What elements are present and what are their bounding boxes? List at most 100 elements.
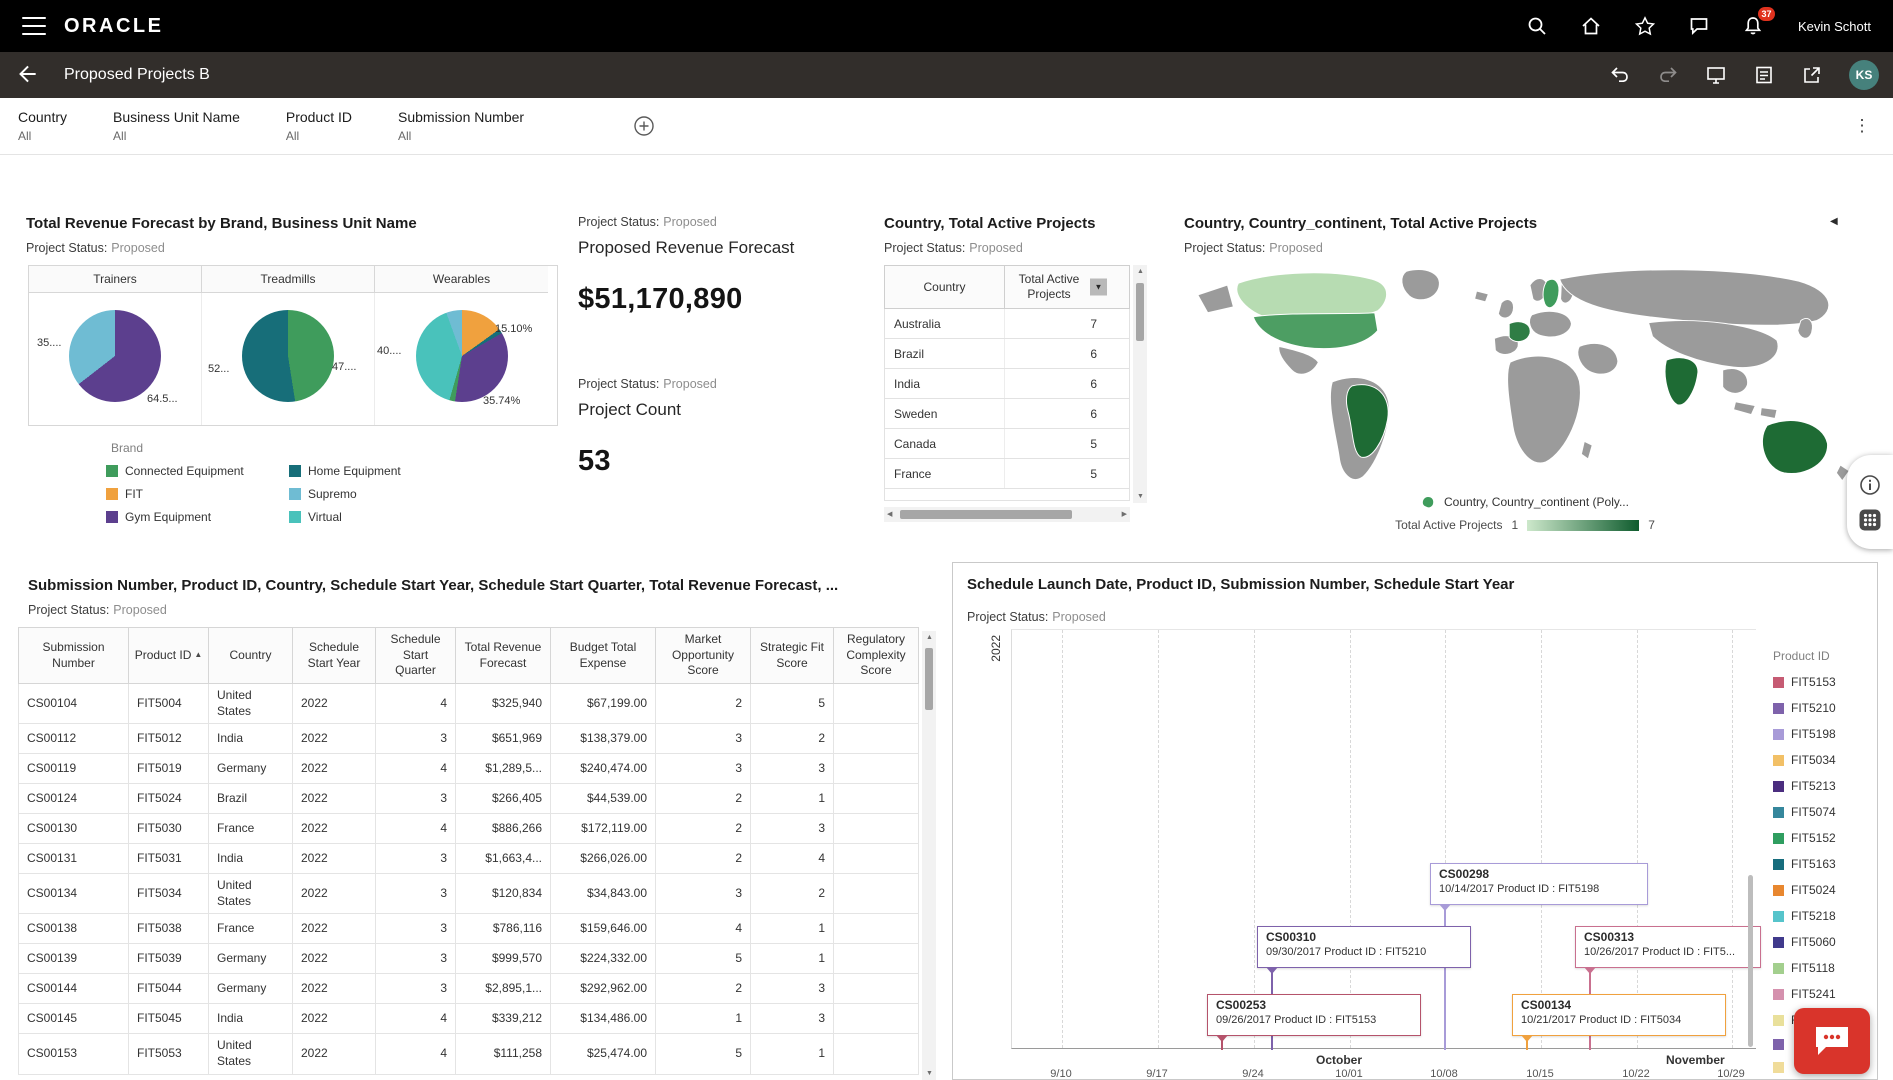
- column-header[interactable]: Strategic Fit Score: [751, 628, 834, 684]
- column-header[interactable]: Schedule Start Quarter: [376, 628, 456, 684]
- map-region-indonesia[interactable]: [1734, 402, 1756, 415]
- country-table-row[interactable]: India6: [884, 369, 1130, 399]
- event-callout[interactable]: CS0031009/30/2017 Product ID : FIT5210: [1257, 926, 1471, 968]
- filter-product-id[interactable]: Product ID All: [286, 109, 352, 143]
- table-row[interactable]: CS00104FIT5004United States20224$325,940…: [19, 684, 919, 724]
- country-table-row[interactable]: Sweden6: [884, 399, 1130, 429]
- map-region-sweden[interactable]: [1543, 279, 1559, 307]
- column-header[interactable]: Schedule Start Year: [293, 628, 376, 684]
- map-region-russia[interactable]: [1560, 270, 1829, 326]
- present-mode-icon[interactable]: [1705, 64, 1727, 86]
- country-table-row[interactable]: Brazil6: [884, 339, 1130, 369]
- pie-chart-trainers[interactable]: [69, 310, 161, 402]
- legend-item[interactable]: FIT5024: [1773, 883, 1873, 897]
- search-icon[interactable]: [1526, 15, 1548, 37]
- legend-item[interactable]: FIT5218: [1773, 909, 1873, 923]
- scroll-left-icon[interactable]: ◀: [887, 511, 892, 518]
- horizontal-scrollbar[interactable]: ◀ ▶: [884, 507, 1130, 522]
- column-header-total-active-projects[interactable]: Total Active Projects ▼: [1005, 266, 1109, 308]
- column-header[interactable]: Total Revenue Forecast: [456, 628, 551, 684]
- table-row[interactable]: CS00124FIT5024Brazil20223$266,405$44,539…: [19, 784, 919, 814]
- legend-item[interactable]: FIT5213: [1773, 779, 1873, 793]
- map-region-mexico[interactable]: [1279, 346, 1319, 374]
- notifications-bell-icon[interactable]: 37: [1742, 15, 1764, 37]
- legend-item[interactable]: Connected Equipment: [106, 464, 289, 478]
- map-region-africa[interactable]: [1508, 356, 1581, 463]
- undo-icon[interactable]: [1609, 64, 1631, 86]
- chat-fab-button[interactable]: [1794, 1008, 1870, 1074]
- app-grid-icon[interactable]: [1858, 508, 1882, 532]
- column-header-country[interactable]: Country: [885, 266, 1005, 308]
- vertical-scrollbar[interactable]: ▲ ▼: [922, 631, 936, 1080]
- feedback-icon[interactable]: [1688, 15, 1710, 37]
- column-header[interactable]: Market Opportunity Score: [656, 628, 751, 684]
- column-header[interactable]: Budget Total Expense: [551, 628, 656, 684]
- add-filter-icon[interactable]: [632, 114, 656, 138]
- legend-item[interactable]: FIT5163: [1773, 857, 1873, 871]
- canvas-menu-icon[interactable]: ⋮: [1849, 116, 1875, 136]
- map-region-alaska[interactable]: [1198, 285, 1234, 313]
- map-region-madagascar[interactable]: [1581, 441, 1592, 459]
- viz-schedule-timeline[interactable]: Schedule Launch Date, Product ID, Submis…: [952, 562, 1878, 1080]
- plot-scrollbar-thumb[interactable]: [1748, 875, 1753, 1047]
- table-row[interactable]: CS00131FIT5031India20223$1,663,4...$266,…: [19, 844, 919, 874]
- column-header[interactable]: Submission Number: [19, 628, 129, 684]
- kpi-proposed-revenue[interactable]: Project Status:Proposed Proposed Revenue…: [578, 215, 794, 316]
- legend-item[interactable]: FIT5074: [1773, 805, 1873, 819]
- legend-item[interactable]: Virtual: [289, 510, 472, 524]
- back-button[interactable]: [14, 61, 42, 89]
- map-region-uk[interactable]: [1498, 300, 1513, 318]
- map-region-middle-east[interactable]: [1578, 344, 1618, 375]
- scrollbar-thumb[interactable]: [1136, 283, 1144, 341]
- event-callout[interactable]: CS0029810/14/2017 Product ID : FIT5198: [1430, 863, 1648, 905]
- filter-country[interactable]: Country All: [18, 109, 67, 143]
- table-row[interactable]: CS00144FIT5044Germany20223$2,895,1...$29…: [19, 974, 919, 1004]
- scroll-up-icon[interactable]: ▲: [926, 634, 933, 641]
- collapse-panel-arrow-icon[interactable]: ◀: [1830, 216, 1838, 227]
- legend-item[interactable]: FIT5060: [1773, 935, 1873, 949]
- vertical-scrollbar[interactable]: ▲ ▼: [1133, 265, 1147, 503]
- table-row[interactable]: CS00119FIT5019Germany20224$1,289,5...$24…: [19, 754, 919, 784]
- legend-item[interactable]: FIT5210: [1773, 701, 1873, 715]
- user-name[interactable]: Kevin Schott: [1798, 19, 1871, 34]
- notes-icon[interactable]: [1753, 64, 1775, 86]
- table-row[interactable]: CS00153FIT5053United States20224$111,258…: [19, 1034, 919, 1074]
- home-icon[interactable]: [1580, 15, 1602, 37]
- viz-world-map[interactable]: Country, Country_continent, Total Active…: [1172, 205, 1878, 557]
- map-region-greenland[interactable]: [1402, 270, 1440, 300]
- viz-projects-table[interactable]: Submission Number, Product ID, Country, …: [18, 565, 952, 1080]
- user-avatar[interactable]: KS: [1849, 60, 1879, 90]
- legend-item[interactable]: FIT5152: [1773, 831, 1873, 845]
- scrollbar-thumb[interactable]: [900, 510, 1072, 519]
- favorites-star-icon[interactable]: [1634, 15, 1656, 37]
- pie-chart-wearables[interactable]: [416, 310, 508, 402]
- legend-item[interactable]: FIT5118: [1773, 961, 1873, 975]
- legend-item[interactable]: Home Equipment: [289, 464, 472, 478]
- redo-icon[interactable]: [1657, 64, 1679, 86]
- scrollbar-thumb[interactable]: [925, 648, 933, 710]
- legend-item[interactable]: FIT5034: [1773, 753, 1873, 767]
- country-table-row[interactable]: France5: [884, 459, 1130, 489]
- table-row[interactable]: CS00138FIT5038France20223$786,116$159,64…: [19, 914, 919, 944]
- navigation-menu-icon[interactable]: [22, 17, 46, 35]
- country-table-row[interactable]: Canada5: [884, 429, 1130, 459]
- country-table-row[interactable]: Australia7: [884, 309, 1130, 339]
- table-row[interactable]: CS00145FIT5045India20224$339,212$134,486…: [19, 1004, 919, 1034]
- legend-item[interactable]: FIT5241: [1773, 987, 1873, 1001]
- legend-item[interactable]: FIT5198: [1773, 727, 1873, 741]
- info-icon[interactable]: [1858, 473, 1882, 497]
- export-icon[interactable]: [1801, 64, 1823, 86]
- scroll-down-icon[interactable]: ▼: [1137, 493, 1144, 500]
- map-region-australia[interactable]: [1762, 421, 1827, 474]
- pie-chart-treadmills[interactable]: [242, 310, 334, 402]
- map-region-iceland[interactable]: [1475, 291, 1489, 302]
- column-menu-icon[interactable]: ▼: [1090, 279, 1107, 296]
- scroll-down-icon[interactable]: ▼: [926, 1070, 933, 1077]
- event-callout[interactable]: CS0031310/26/2017 Product ID : FIT5...: [1575, 926, 1761, 968]
- event-callout[interactable]: CS0013410/21/2017 Product ID : FIT5034: [1512, 994, 1726, 1036]
- map-region-usa[interactable]: [1253, 313, 1378, 349]
- filter-business-unit-name[interactable]: Business Unit Name All: [113, 109, 240, 143]
- table-row[interactable]: CS00139FIT5039Germany20223$999,570$224,3…: [19, 944, 919, 974]
- kpi-project-count[interactable]: Project Status:Proposed Project Count 53: [578, 377, 717, 478]
- table-row[interactable]: CS00112FIT5012India20223$651,969$138,379…: [19, 724, 919, 754]
